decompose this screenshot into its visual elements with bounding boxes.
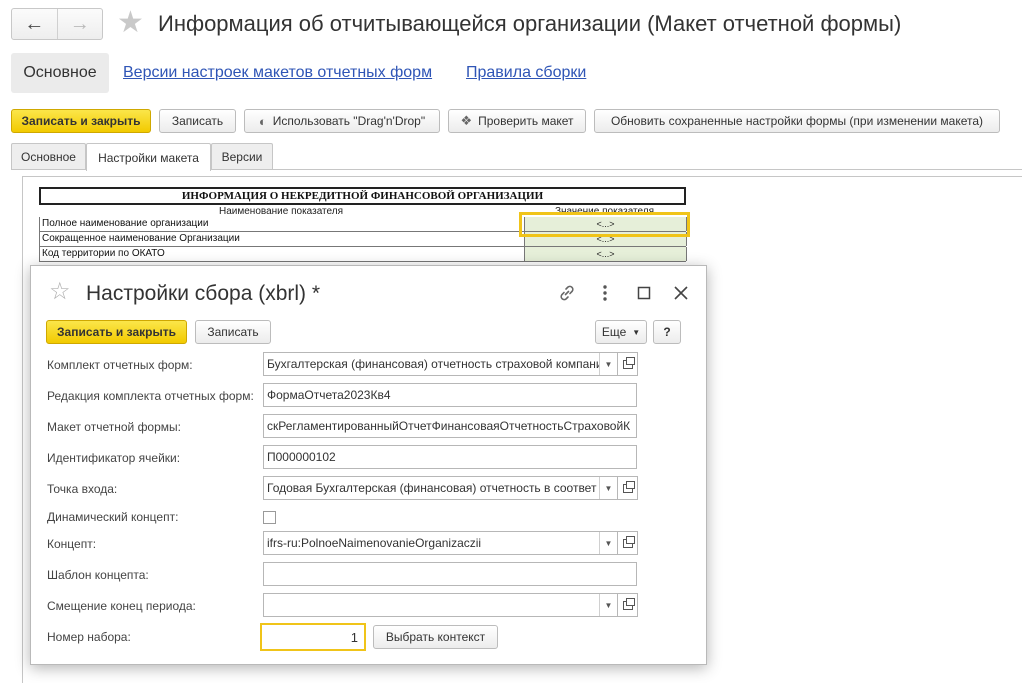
more-options-icon[interactable] <box>592 280 618 306</box>
cell-id-field[interactable]: П000000102 <box>263 445 637 469</box>
xbrl-settings-dialog: ☆ Настройки сбора (xbrl) * Записать и за… <box>30 265 707 665</box>
layout-value: скРегламентированныйОтчетФинансоваяОтчет… <box>267 419 631 433</box>
section-main[interactable]: Основное <box>11 53 109 93</box>
page-title: Информация об отчитывающейся организации… <box>158 11 902 36</box>
chevron-down-icon: ▼ <box>632 327 641 337</box>
versions-link[interactable]: Версии настроек макетов отчетных форм <box>123 64 432 82</box>
choose-context-button[interactable]: Выбрать контекст <box>373 625 498 649</box>
sheet-row-label: Код территории по ОКАТО <box>42 248 165 259</box>
forward-button[interactable]: → <box>58 9 103 39</box>
puzzle-icon: ❖ <box>460 113 473 128</box>
dialog-save-and-close-button[interactable]: Записать и закрыть <box>46 320 187 344</box>
back-button[interactable]: ← <box>12 9 58 39</box>
build-rules-link[interactable]: Правила сборки <box>466 64 586 82</box>
entry-point-label: Точка входа: <box>47 482 118 496</box>
edition-value: ФормаОтчета2023Кв4 <box>267 388 391 402</box>
concept-select[interactable]: ifrs-ru:PolnoeNaimenovanieOrganizaczii ▼ <box>263 531 618 555</box>
sheet-title: ИНФОРМАЦИЯ О НЕКРЕДИТНОЙ ФИНАНСОВОЙ ОРГА… <box>39 187 686 205</box>
cell-id-value: П000000102 <box>267 450 336 464</box>
chevron-down-icon[interactable]: ▼ <box>599 594 617 616</box>
kit-value: Бухгалтерская (финансовая) отчетность ст… <box>267 357 599 371</box>
chevron-down-icon[interactable]: ▼ <box>599 353 617 375</box>
check-layout-label: Проверить макет <box>478 114 574 128</box>
concept-template-field[interactable] <box>263 562 637 586</box>
chevron-down-icon[interactable]: ▼ <box>599 477 617 499</box>
period-offset-label: Смещение конец периода: <box>47 599 196 613</box>
dynamic-concept-checkbox[interactable] <box>263 511 276 524</box>
period-offset-open-button[interactable] <box>618 593 638 617</box>
more-label: Еще <box>601 325 627 339</box>
sheet-row-label: Полное наименование организации <box>42 218 209 229</box>
edition-field[interactable]: ФормаОтчета2023Кв4 <box>263 383 637 407</box>
open-window-icon <box>622 480 635 493</box>
arrow-right-icon: → <box>69 13 90 35</box>
update-settings-button[interactable]: Обновить сохраненные настройки формы (пр… <box>594 109 1000 133</box>
open-window-icon <box>622 535 635 548</box>
sheet-col-name: Наименование показателя <box>219 205 343 217</box>
kit-select[interactable]: Бухгалтерская (финансовая) отчетность ст… <box>263 352 618 376</box>
kit-label: Комплект отчетных форм: <box>47 358 193 372</box>
edition-label: Редакция комплекта отчетных форм: <box>47 389 254 403</box>
mouse-icon: ◐ <box>258 113 267 129</box>
cell-id-label: Идентификатор ячейки: <box>47 451 181 465</box>
concept-value: ifrs-ru:PolnoeNaimenovanieOrganizaczii <box>267 536 482 550</box>
close-icon[interactable] <box>668 280 694 306</box>
set-number-field[interactable]: 1 <box>260 623 366 651</box>
chevron-down-icon[interactable]: ▼ <box>599 532 617 554</box>
help-button[interactable]: ? <box>653 320 681 344</box>
check-layout-button[interactable]: ❖ Проверить макет <box>448 109 586 133</box>
open-window-icon <box>622 597 635 610</box>
dragdrop-label: Использовать "Drag'n'Drop" <box>272 114 426 128</box>
concept-open-button[interactable] <box>618 531 638 555</box>
entry-point-select[interactable]: Годовая Бухгалтерская (финансовая) отчет… <box>263 476 618 500</box>
save-button[interactable]: Записать <box>159 109 236 133</box>
sheet-row[interactable]: Код территории по ОКАТО <...> <box>39 247 687 262</box>
favorite-star-icon[interactable]: ☆ <box>49 280 71 304</box>
layout-field[interactable]: скРегламентированныйОтчетФинансоваяОтчет… <box>263 414 637 438</box>
open-window-icon <box>622 356 635 369</box>
sheet-row-label: Сокращенное наименование Организации <box>42 233 240 244</box>
tab-main[interactable]: Основное <box>11 143 86 170</box>
link-icon[interactable] <box>554 280 580 306</box>
dialog-title: Настройки сбора (xbrl) * <box>86 282 321 305</box>
concept-label: Концепт: <box>47 537 97 551</box>
navigation-buttons: ← → <box>11 8 103 40</box>
tab-versions[interactable]: Версии <box>211 143 273 170</box>
concept-template-label: Шаблон концепта: <box>47 568 149 582</box>
maximize-icon[interactable] <box>631 280 657 306</box>
period-offset-select[interactable]: ▼ <box>263 593 618 617</box>
tab-layout-settings[interactable]: Настройки макета <box>86 143 211 171</box>
sheet-row-value[interactable]: <...> <box>524 247 687 261</box>
arrow-left-icon: ← <box>24 13 45 35</box>
set-number-label: Номер набора: <box>47 630 131 644</box>
entry-point-value: Годовая Бухгалтерская (финансовая) отчет… <box>267 481 597 495</box>
selected-cell-highlight <box>519 212 690 237</box>
entry-point-open-button[interactable] <box>618 476 638 500</box>
more-button[interactable]: Еще ▼ <box>595 320 647 344</box>
layout-label: Макет отчетной формы: <box>47 420 181 434</box>
dynamic-concept-label: Динамический концепт: <box>47 510 179 524</box>
dragdrop-button[interactable]: ◐ Использовать "Drag'n'Drop" <box>244 109 440 133</box>
save-and-close-button[interactable]: Записать и закрыть <box>11 109 151 133</box>
favorite-star-icon[interactable]: ★ <box>117 8 144 38</box>
dialog-save-button[interactable]: Записать <box>195 320 271 344</box>
kit-open-button[interactable] <box>618 352 638 376</box>
